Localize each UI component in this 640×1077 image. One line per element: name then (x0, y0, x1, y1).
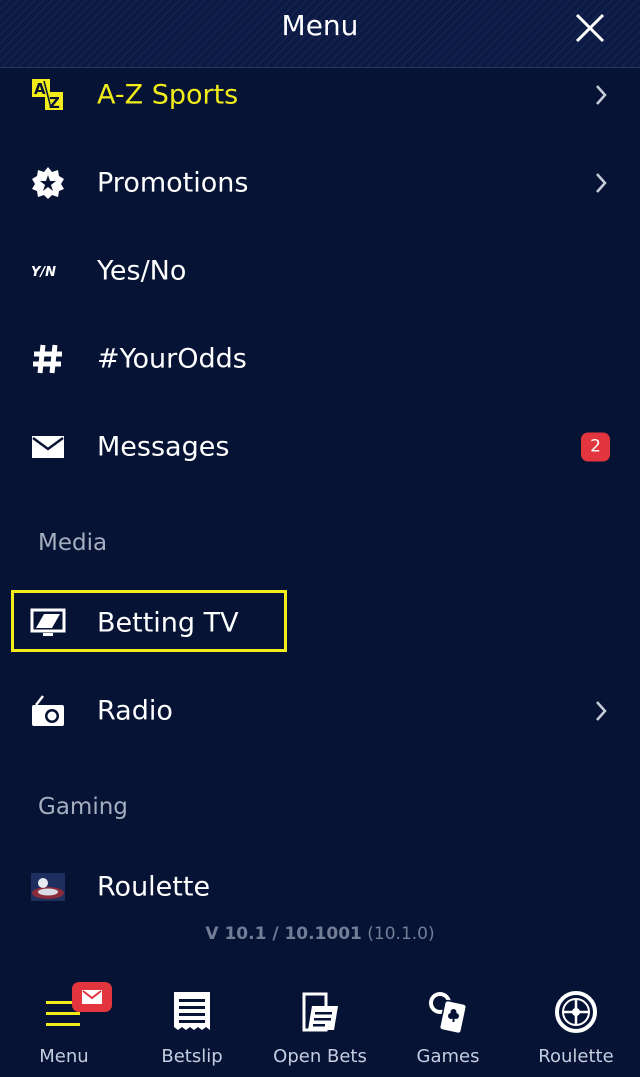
menu-item-label: Betting TV (97, 607, 239, 639)
messages-count-badge: 2 (581, 432, 610, 462)
menu-item-messages[interactable]: Messages 2 (0, 407, 640, 487)
menu-item-az-sports[interactable]: A Z A-Z Sports (0, 55, 640, 135)
playing-cards-icon (429, 992, 468, 1034)
star-badge-icon (30, 165, 66, 201)
close-button[interactable] (570, 8, 610, 48)
app-version: V 10.1 / 10.1001 (10.1.0) (0, 924, 640, 944)
betslip-icon (174, 992, 210, 1030)
svg-text:Y/N: Y/N (31, 265, 56, 280)
az-sports-icon: A Z (30, 77, 66, 113)
roulette-wheel-icon (555, 991, 597, 1033)
menu-mail-badge (72, 982, 112, 1012)
menu-item-radio[interactable]: Radio (0, 671, 640, 751)
version-build: (10.1.0) (367, 924, 435, 944)
tv-icon (30, 605, 66, 641)
page-title: Menu (281, 9, 359, 42)
hashtag-icon (30, 341, 66, 377)
tab-games[interactable]: Games (384, 970, 512, 1077)
bottom-tab-bar: Menu Betslip Open Bets Games Roulette (0, 970, 640, 1077)
svg-text:Z: Z (49, 94, 60, 112)
menu-item-label: A-Z Sports (97, 79, 239, 111)
tab-open-bets[interactable]: Open Bets (256, 970, 384, 1077)
tab-menu[interactable]: Menu (0, 970, 128, 1077)
envelope-icon (30, 429, 66, 465)
menu-item-label: Promotions (97, 167, 249, 199)
chevron-right-icon (596, 701, 607, 721)
chevron-right-icon (596, 85, 607, 105)
menu-item-roulette[interactable]: Roulette (0, 847, 640, 927)
tab-label: Betslip (161, 1046, 223, 1067)
open-bets-icon (302, 992, 338, 1032)
envelope-icon (82, 990, 102, 1004)
menu-item-label: Yes/No (97, 255, 187, 287)
menu-item-betting-tv[interactable]: Betting TV (0, 583, 640, 663)
menu-item-yes-no[interactable]: Y/N Yes/No (0, 231, 640, 311)
version-number: V 10.1 / 10.1001 (205, 924, 362, 944)
section-title-media: Media (38, 530, 108, 556)
menu-item-label: #YourOdds (97, 343, 247, 375)
tab-label: Games (416, 1046, 480, 1067)
yes-no-icon: Y/N (30, 253, 66, 289)
menu-item-your-odds[interactable]: #YourOdds (0, 319, 640, 399)
tab-betslip[interactable]: Betslip (128, 970, 256, 1077)
menu-item-promotions[interactable]: Promotions (0, 143, 640, 223)
tab-label: Roulette (538, 1046, 614, 1067)
section-title-gaming: Gaming (38, 794, 128, 820)
tab-label: Open Bets (273, 1046, 367, 1067)
tab-label: Menu (39, 1046, 89, 1067)
menu-item-label: Roulette (97, 871, 211, 903)
chevron-right-icon (596, 173, 607, 193)
roulette-thumbnail-icon (30, 869, 66, 905)
tab-roulette[interactable]: Roulette (512, 970, 640, 1077)
close-icon (575, 13, 605, 43)
radio-icon (30, 693, 66, 729)
menu-item-label: Radio (97, 695, 173, 727)
menu-item-label: Messages (97, 431, 230, 463)
